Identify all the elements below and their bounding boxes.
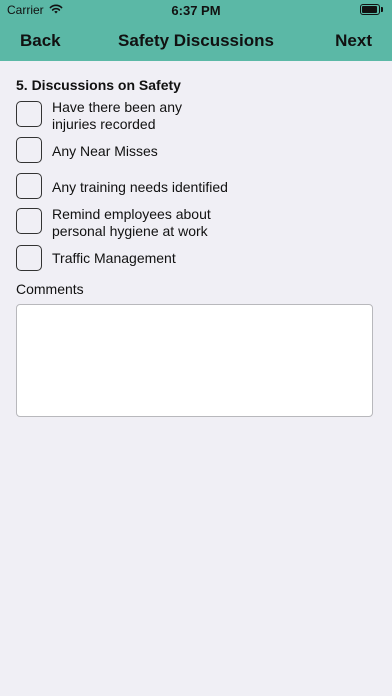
page-title: Safety Discussions [118,31,274,50]
comments-field[interactable] [16,304,373,417]
checkbox[interactable] [16,101,42,127]
checkbox[interactable] [16,245,42,271]
checkbox-label: Any Near Misses [52,143,158,159]
checkbox-label: Remind employees about personal hygiene … [52,206,211,239]
checkbox[interactable] [16,208,42,234]
header: Carrier 6:37 PM Back Safety Discussions … [0,0,392,61]
battery-icon [360,4,383,15]
navigation-bar: Back Safety Discussions Next [0,22,392,61]
checkbox[interactable] [16,173,42,199]
section-title: 5. Discussions on Safety [16,77,181,93]
checkbox-label: Have there been any injuries recorded [52,99,182,132]
status-time: 6:37 PM [171,3,221,18]
status-bar: Carrier 6:37 PM [0,0,392,22]
checkbox[interactable] [16,137,42,163]
next-button[interactable]: Next [335,31,372,51]
checkbox-label: Any training needs identified [52,179,228,195]
comments-label: Comments [16,281,84,297]
checkbox-label: Traffic Management [52,250,176,266]
